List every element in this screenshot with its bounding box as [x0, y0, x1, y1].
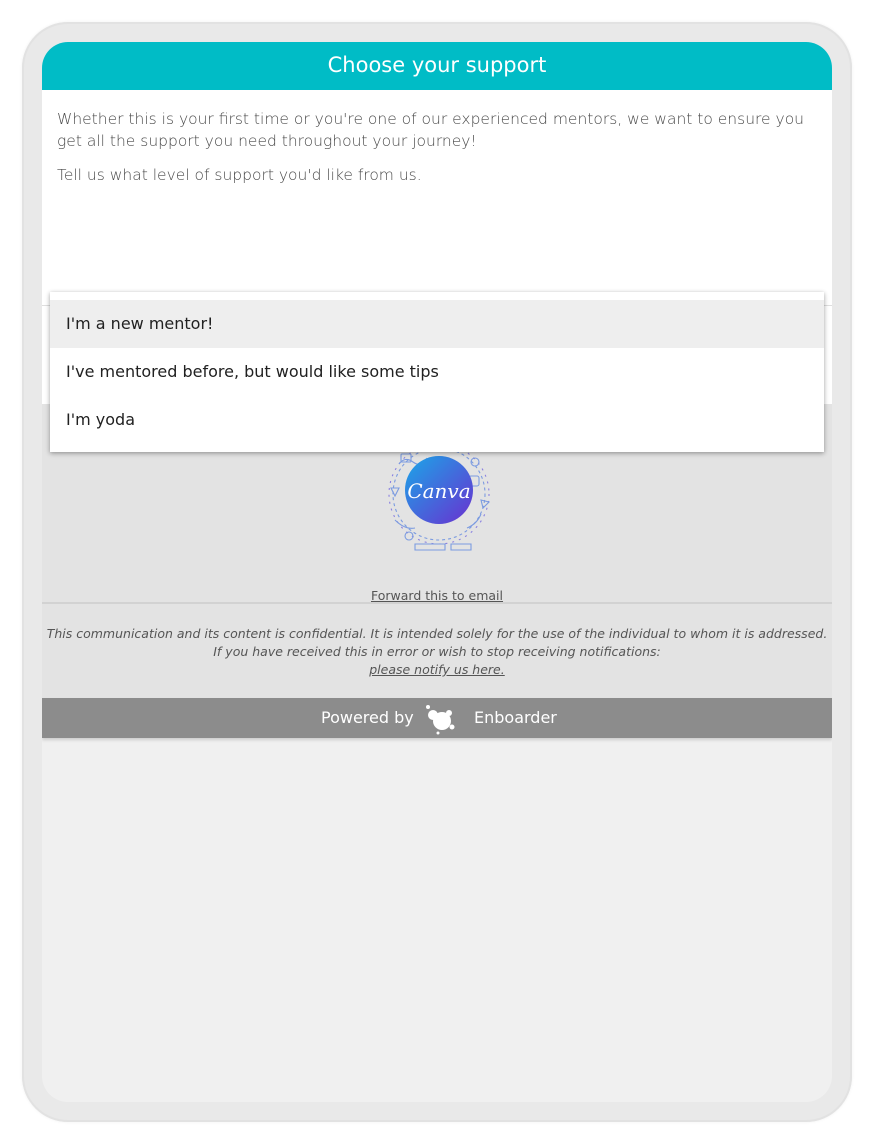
- enboarder-brand-name[interactable]: Enboarder: [474, 708, 557, 727]
- confidentiality-disclaimer: This communication and its content is co…: [42, 604, 832, 698]
- content-card: Whether this is your first time or you'r…: [42, 90, 832, 452]
- dropdown-option-new-mentor[interactable]: I'm a new mentor!: [50, 300, 824, 348]
- intro-prompt: Tell us what level of support you'd like…: [57, 166, 422, 184]
- dropdown-option-some-tips[interactable]: I've mentored before, but would like som…: [50, 348, 824, 396]
- powered-by-label: Powered by: [321, 708, 414, 727]
- disclaimer-line-1: This communication and its content is co…: [46, 626, 828, 641]
- dropdown-option-yoda[interactable]: I'm yoda: [50, 396, 824, 444]
- page-title: Choose your support: [42, 42, 832, 90]
- canva-logo-text: Canva: [407, 479, 470, 503]
- intro-paragraph: Whether this is your first time or you'r…: [57, 110, 805, 150]
- intro-text: Whether this is your first time or you'r…: [57, 108, 817, 198]
- device-frame: Choose your support Whether this is your…: [22, 22, 852, 1122]
- disclaimer-line-2: If you have received this in error or wi…: [213, 644, 661, 659]
- forward-to-email-link[interactable]: Forward this to email: [42, 588, 832, 603]
- email-screen: Choose your support Whether this is your…: [42, 42, 832, 1102]
- notify-us-link[interactable]: please notify us here.: [42, 661, 832, 679]
- powered-by-bar: Powered by Enboarder: [42, 698, 832, 738]
- enboarder-logo-icon: [422, 701, 460, 737]
- support-level-dropdown[interactable]: I'm a new mentor! I've mentored before, …: [50, 292, 824, 452]
